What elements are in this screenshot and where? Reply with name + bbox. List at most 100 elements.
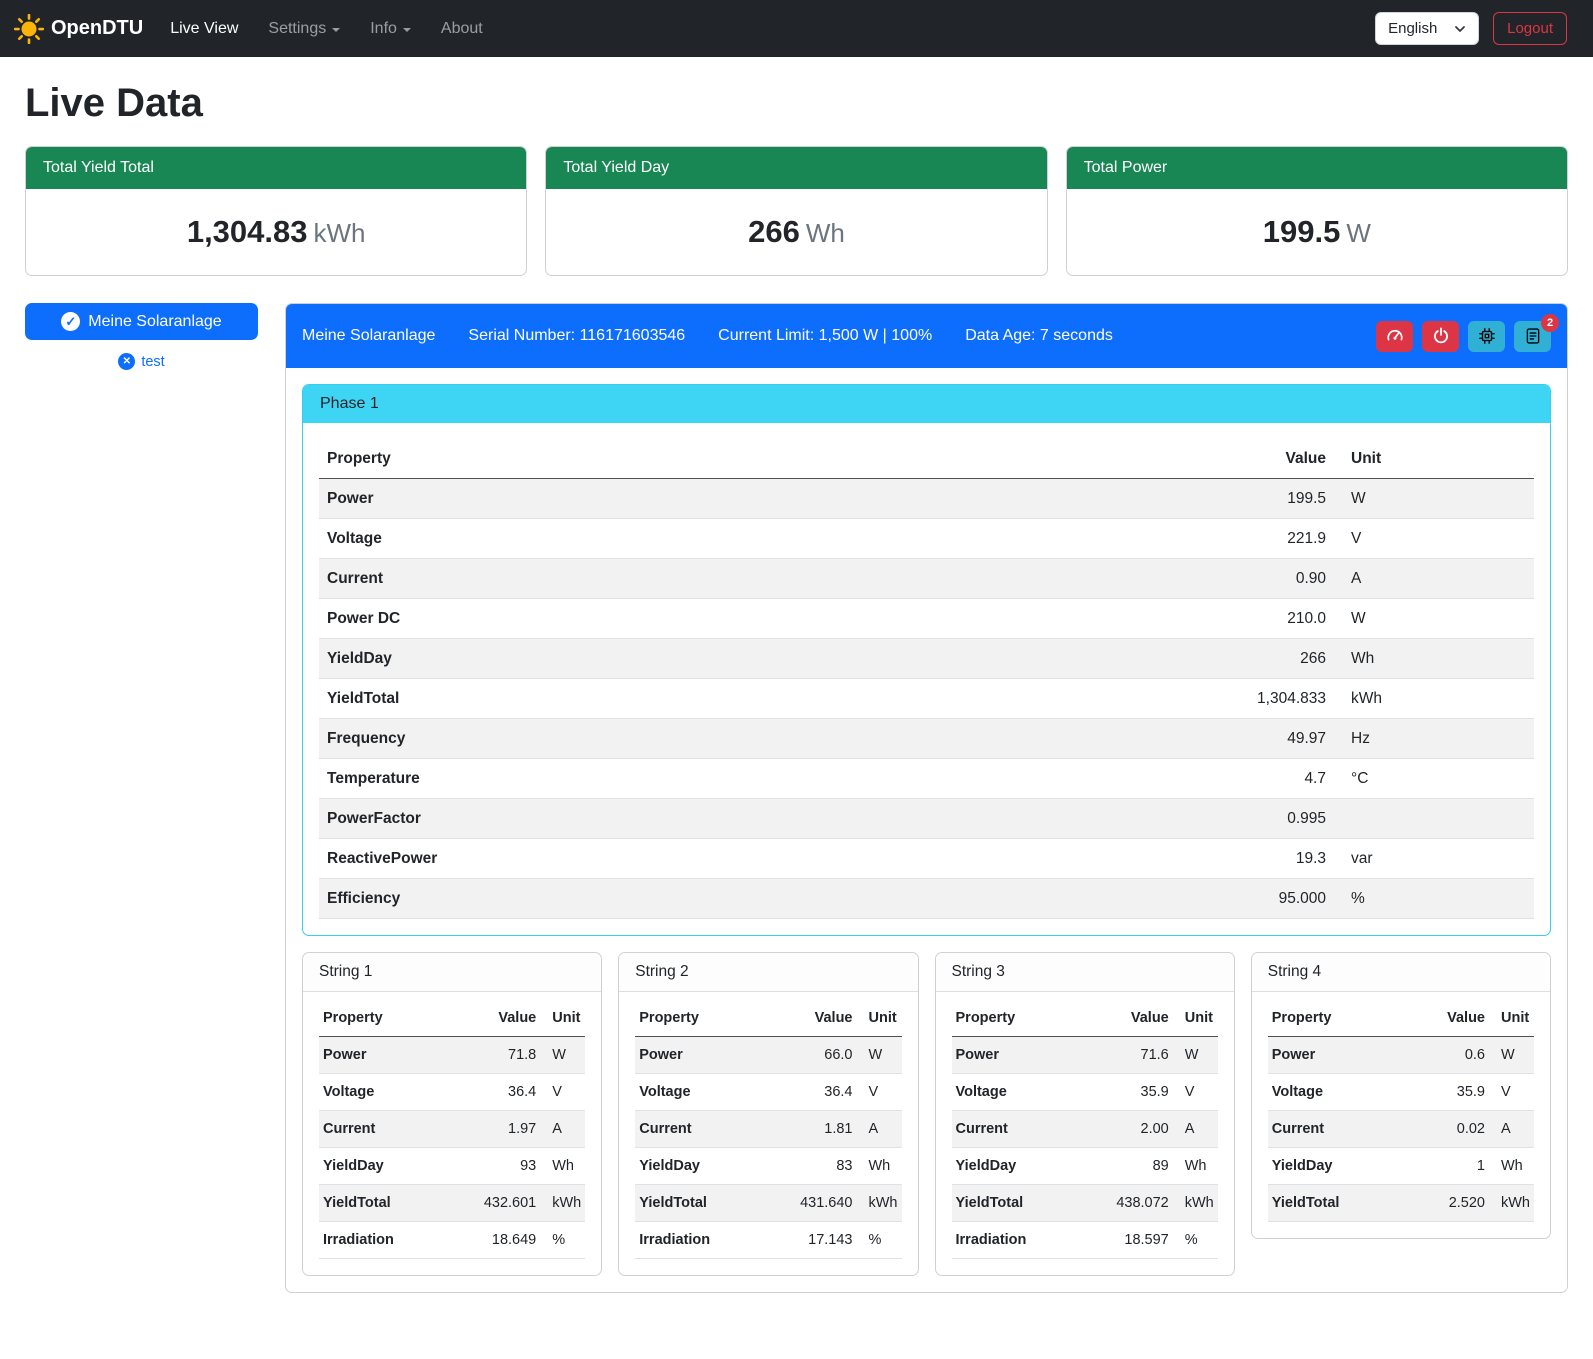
string-card-2: String 2 Property Value Unit — [618, 952, 918, 1276]
summary-card-body: 1,304.83kWh — [26, 189, 526, 275]
table-row: Current1.97A — [319, 1111, 585, 1148]
top-navbar: OpenDTU Live View Settings Info About En… — [0, 0, 1593, 57]
table-row: Voltage221.9V — [319, 519, 1534, 559]
x-circle-icon: ✕ — [118, 353, 135, 370]
event-log-button[interactable]: 2 — [1514, 321, 1551, 352]
summary-card-title: Total Yield Total — [26, 147, 526, 189]
row-unit: % — [540, 1222, 585, 1259]
table-row: Irradiation17.143% — [635, 1222, 901, 1259]
nav-info[interactable]: Info — [355, 12, 426, 46]
table-row: Power DC210.0W — [319, 599, 1534, 639]
row-property: Voltage — [952, 1074, 1077, 1111]
power-icon — [1432, 327, 1450, 345]
col-value: Value — [761, 1000, 857, 1037]
col-unit: Unit — [1173, 1000, 1218, 1037]
row-property: YieldDay — [319, 639, 926, 679]
table-row: PowerFactor0.995 — [319, 799, 1534, 839]
row-property: Power — [319, 479, 926, 519]
row-value: 199.5 — [926, 479, 1334, 519]
summary-unit: W — [1346, 218, 1371, 248]
col-value: Value — [1077, 1000, 1173, 1037]
string-table-body: Power66.0WVoltage36.4VCurrent1.81AYieldD… — [635, 1037, 901, 1259]
table-row: Voltage35.9V — [1268, 1074, 1534, 1111]
row-value: 66.0 — [761, 1037, 857, 1074]
inverter-select-meine-solaranlage[interactable]: ✓ Meine Solaranlage — [25, 303, 258, 340]
row-value: 0.995 — [926, 799, 1334, 839]
nav-about[interactable]: About — [426, 12, 498, 46]
string-table: Property Value Unit Power0.6WVoltage35.9… — [1268, 1000, 1534, 1222]
row-property: Frequency — [319, 719, 926, 759]
summary-value: 199.5 — [1263, 214, 1341, 249]
phase-table: Property Value Unit Power199.5WVoltage22… — [319, 439, 1534, 919]
power-toggle-button[interactable] — [1422, 321, 1459, 352]
logout-button[interactable]: Logout — [1493, 12, 1567, 45]
table-row: YieldTotal2.520kWh — [1268, 1185, 1534, 1222]
row-property: Power — [319, 1037, 444, 1074]
row-unit: Wh — [1489, 1148, 1534, 1185]
inverter-select-test[interactable]: ✕ test — [25, 353, 258, 370]
phase-card: Phase 1 Property Value Unit Power199.5WV… — [302, 384, 1551, 936]
row-property: Irradiation — [635, 1222, 760, 1259]
nav-live-view-label: Live View — [170, 20, 238, 38]
string-card-1: String 1 Property Value Unit — [302, 952, 602, 1276]
row-unit: V — [1489, 1074, 1534, 1111]
inverter-title: Meine Solaranlage — [302, 327, 435, 345]
row-property: YieldDay — [635, 1148, 760, 1185]
summary-card-total-yield-day: Total Yield Day 266Wh — [545, 146, 1047, 276]
row-unit: Hz — [1334, 719, 1534, 759]
row-unit: W — [1334, 479, 1534, 519]
nav-live-view[interactable]: Live View — [155, 12, 253, 46]
limit-settings-button[interactable] — [1376, 321, 1413, 352]
string-table-body: Power71.8WVoltage36.4VCurrent1.97AYieldD… — [319, 1037, 585, 1259]
row-property: Irradiation — [319, 1222, 444, 1259]
row-unit: % — [1334, 879, 1534, 919]
table-row: Irradiation18.597% — [952, 1222, 1218, 1259]
data-age: Data Age: 7 seconds — [965, 327, 1113, 345]
row-property: Voltage — [319, 1074, 444, 1111]
sun-logo-icon — [14, 14, 44, 44]
row-unit: A — [1173, 1111, 1218, 1148]
language-select[interactable]: English — [1375, 12, 1479, 45]
summary-unit: Wh — [806, 218, 845, 248]
table-row: Power71.6W — [952, 1037, 1218, 1074]
brand[interactable]: OpenDTU — [14, 14, 143, 44]
table-row: YieldTotal438.072kWh — [952, 1185, 1218, 1222]
row-unit: W — [1489, 1037, 1534, 1074]
table-row: Voltage36.4V — [635, 1074, 901, 1111]
table-header-row: Property Value Unit — [1268, 1000, 1534, 1037]
row-unit: Wh — [1334, 639, 1534, 679]
navbar-right: English Logout — [1375, 12, 1567, 45]
row-unit: V — [1334, 519, 1534, 559]
event-count-badge: 2 — [1541, 314, 1559, 332]
content-row: ✓ Meine Solaranlage ✕ test Meine Solaran… — [25, 303, 1568, 1293]
cpu-chip-icon — [1478, 327, 1496, 345]
row-unit: kWh — [1173, 1185, 1218, 1222]
table-header-row: Property Value Unit — [952, 1000, 1218, 1037]
strings-section: String 1 Property Value Unit — [302, 952, 1551, 1276]
row-value: 1 — [1405, 1148, 1489, 1185]
row-property: YieldTotal — [1268, 1185, 1406, 1222]
row-unit: var — [1334, 839, 1534, 879]
col-value: Value — [1405, 1000, 1489, 1037]
row-unit: Wh — [857, 1148, 902, 1185]
row-unit: % — [1173, 1222, 1218, 1259]
table-row: Efficiency95.000% — [319, 879, 1534, 919]
string-table: Property Value Unit Power71.8WVoltage36.… — [319, 1000, 585, 1259]
table-row: YieldDay1Wh — [1268, 1148, 1534, 1185]
device-info-button[interactable] — [1468, 321, 1505, 352]
row-value: 1.81 — [761, 1111, 857, 1148]
summary-card-total-power: Total Power 199.5W — [1066, 146, 1568, 276]
summary-card-title: Total Power — [1067, 147, 1567, 189]
serial-number: Serial Number: 116171603546 — [468, 327, 685, 345]
row-property: Irradiation — [952, 1222, 1077, 1259]
col-value: Value — [444, 1000, 540, 1037]
col-unit: Unit — [1334, 439, 1534, 479]
summary-card-total-yield-total: Total Yield Total 1,304.83kWh — [25, 146, 527, 276]
phase-title: Phase 1 — [303, 385, 1550, 423]
string-card-body: Property Value Unit Power71.6WVoltage35.… — [936, 992, 1234, 1275]
row-value: 1,304.833 — [926, 679, 1334, 719]
nav-settings[interactable]: Settings — [253, 12, 355, 46]
row-value: 35.9 — [1077, 1074, 1173, 1111]
table-row: YieldDay89Wh — [952, 1148, 1218, 1185]
row-value: 36.4 — [444, 1074, 540, 1111]
